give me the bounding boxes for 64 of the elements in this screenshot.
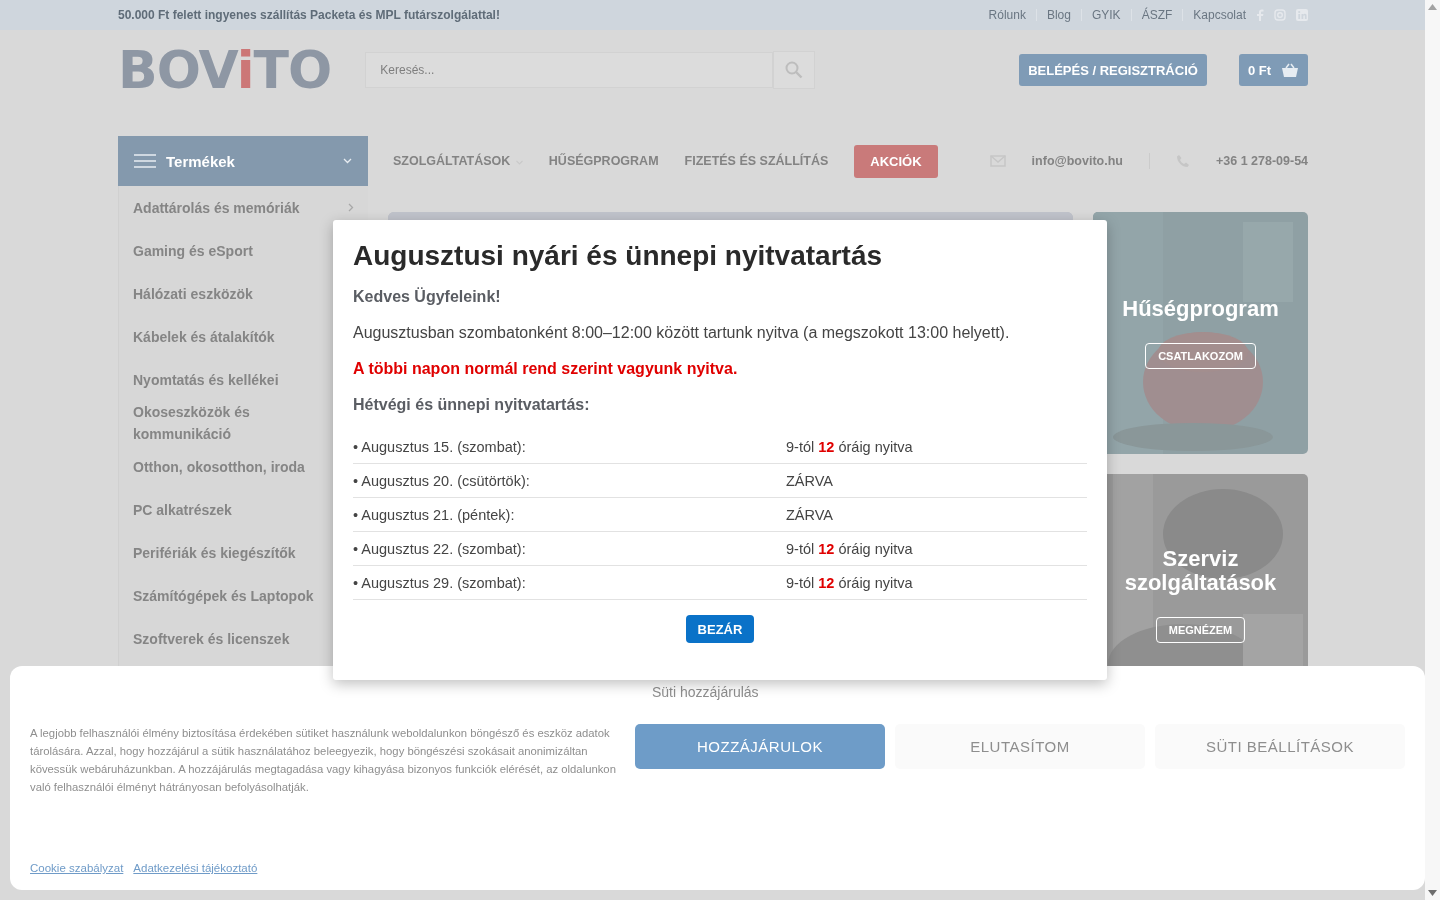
search-field[interactable]: Keresés... — [365, 51, 774, 88]
menu-icon — [134, 154, 156, 168]
top-link[interactable]: Blog — [1046, 8, 1071, 22]
highlight-text: A többi napon normál rend szerint vagyunk nyitva. — [353, 360, 739, 378]
chevron-right-icon — [348, 203, 354, 212]
category-link[interactable]: Gaming és eSport — [133, 239, 253, 262]
category-link[interactable]: Okoseszközök és kommunikáció — [133, 401, 333, 445]
category-link[interactable]: Szoftverek és licenszek — [133, 627, 290, 650]
table-cell-text: • Augusztus 22. (szombat): — [353, 540, 527, 557]
nav-link[interactable]: SZOLGÁLTATÁSOK — [393, 154, 523, 168]
card-button[interactable]: CSATLAKOZOM — [1145, 343, 1256, 369]
logo[interactable]: BOViTO — [118, 44, 332, 96]
phone-link[interactable]: +36 1 278-09-54 — [1215, 154, 1309, 168]
cookie-title: Süti hozzájárulás — [652, 684, 760, 700]
cookie-text: A legjobb felhasználói élmény biztosítása érdekében sütiket használunk weboldalunkon böngésző és eszköz adatok tárolására. Azzal, hogy hozzájárul a sütik használatához beleegyezik, hogy böngészési szokásait anonimizáltan kövessük webáruházunkban. A hozzájárulás megtagadása vagy kihagyása bizonyos funkciók elérését, az oldalunkon való felhasználói élményt hátrányosan befolyásolhatják. — [30, 726, 617, 795]
top-link[interactable]: Rólunk — [988, 8, 1026, 22]
category-link[interactable]: Otthon, okosotthon, iroda — [133, 455, 305, 478]
cookie-button[interactable]: HOZZÁJÁRULOK — [635, 724, 885, 769]
top-link[interactable]: Kapcsolat — [1193, 8, 1246, 22]
table-cell: ZÁRVA — [786, 472, 833, 489]
card-title: Hűségprogram — [1122, 297, 1279, 321]
card-title: Szerviz szolgáltatások — [1123, 547, 1278, 595]
scroll-up-icon[interactable] — [1428, 4, 1437, 10]
top-link[interactable]: GYIK — [1091, 8, 1121, 22]
table-cell-text: • Augusztus 20. (csütörtök): — [353, 472, 531, 489]
chevron-icon — [343, 158, 352, 164]
category-link[interactable]: Számítógépek és Laptopok — [133, 584, 314, 607]
scroll-down-icon[interactable] — [1428, 890, 1437, 896]
category-link[interactable]: Adattárolás és memóriák — [133, 196, 300, 219]
table-cell: ZÁRVA — [786, 506, 833, 523]
top-link[interactable]: ÁSZF — [1141, 8, 1173, 22]
category-link[interactable]: Nyomtatás és kellékei — [133, 368, 279, 391]
category-link[interactable]: Kábelek és átalakítók — [133, 325, 275, 348]
search-button[interactable] — [773, 50, 816, 89]
category-link[interactable]: PC alkatrészek — [133, 498, 232, 521]
scrollbar[interactable] — [1425, 0, 1440, 900]
card-button[interactable]: MEGNÉZEM — [1155, 617, 1246, 643]
table-cell-text: • Augusztus 15. (szombat): — [353, 438, 527, 455]
table-cell: 9-tól 12 óráig nyitva — [786, 438, 913, 455]
modal-title: Augusztusi nyári és ünnepi nyitvatartás — [353, 240, 884, 272]
nav-link[interactable]: FIZETÉS ÉS SZÁLLÍTÁS — [684, 154, 829, 168]
category-link[interactable]: Perifériák és kiegészítők — [133, 541, 296, 564]
policy-link[interactable]: Cookie szabályzat — [30, 862, 124, 874]
categories-menu-button[interactable]: Termékek — [118, 136, 368, 186]
policy-link[interactable]: Adatkezelési tájékoztató — [133, 862, 258, 874]
schedule-heading: Hétvégi és ünnepi nyitvatartás: — [353, 396, 591, 414]
search-icon — [785, 60, 804, 79]
close-button[interactable]: BEZÁR — [685, 615, 755, 643]
table-cell: 9-tól 12 óráig nyitva — [786, 540, 913, 557]
category-link[interactable]: Hálózati eszközök — [133, 282, 253, 305]
greeting: Kedves Ügyfeleink! — [353, 288, 502, 306]
email-link[interactable]: info@bovito.hu — [1031, 154, 1123, 168]
table-cell-text: • Augusztus 29. (szombat): — [353, 574, 527, 591]
shipping-promo: 50.000 Ft felett ingyenes szállítás Packeta és MPL futárszolgálattal! — [118, 8, 500, 22]
nav-link[interactable]: HŰSÉGPROGRAM — [548, 154, 659, 168]
cookie-button[interactable]: ELUTASÍTOM — [895, 724, 1145, 769]
cart-button[interactable]: 0 Ft — [1238, 54, 1308, 86]
nav-sale-button[interactable]: AKCIÓK — [854, 144, 938, 178]
login-button[interactable]: BELÉPÉS / REGISZTRÁCIÓ — [1019, 54, 1207, 86]
table-cell-text: • Augusztus 21. (péntek): — [353, 506, 516, 523]
table-cell: 9-tól 12 óráig nyitva — [786, 574, 913, 591]
notice-text: Augusztusban szombatonként 8:00–12:00 között tartunk nyitva (a megszokott 13:00 helyett). — [353, 324, 1011, 342]
basket-icon — [1281, 62, 1299, 78]
cookie-button[interactable]: SÜTI BEÁLLÍTÁSOK — [1155, 724, 1405, 769]
